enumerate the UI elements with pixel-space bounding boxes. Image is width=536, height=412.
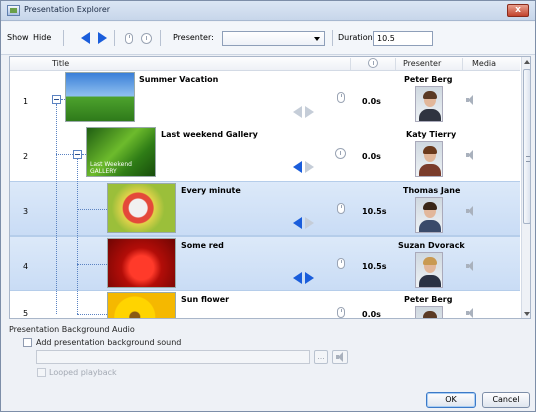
looped-playback-checkbox[interactable] [37,368,46,377]
table-row[interactable]: 2 Last Weekend GALLERY Last weekend Gall… [10,126,520,181]
chevron-down-icon [314,37,320,41]
close-button[interactable]: x [507,4,529,17]
header-presenter[interactable]: Presenter [403,59,441,68]
tree-line [77,159,78,314]
tree-line [82,154,86,155]
slide-title: Some red [181,241,224,250]
speaker-icon[interactable] [466,308,476,318]
next-arrow-icon[interactable] [98,32,107,44]
toolbar-separator [160,30,161,46]
row-number: 4 [23,262,29,271]
slide-duration: 10.5s [362,207,387,216]
presenter-photo [415,252,443,288]
slide-thumbnail[interactable] [65,72,135,122]
presenter-name: Peter Berg [404,75,453,84]
slide-list: Title Presenter Media 1 Summer Vacation … [9,56,531,319]
speaker-icon[interactable] [466,261,476,271]
header-title[interactable]: Title [52,59,69,68]
presenter-name: Peter Berg [404,295,453,304]
tree-line [77,314,107,315]
tree-line [77,209,107,210]
speaker-icon[interactable] [466,95,476,105]
presenter-photo [415,197,443,233]
app-icon [7,5,20,16]
header-duration-icon[interactable] [368,58,378,68]
slide-duration: 0.0s [362,310,381,319]
presenter-photo [415,306,443,318]
slide-title: Last weekend Gallery [161,130,258,139]
row-number: 2 [23,152,29,161]
add-background-sound-checkbox[interactable] [23,338,32,347]
slide-thumbnail[interactable] [107,238,176,288]
timer-icon[interactable] [335,148,346,159]
hide-button[interactable]: Hide [33,33,51,42]
slide-title: Every minute [181,186,241,195]
list-header: Title Presenter Media [10,57,520,71]
mouse-click-icon[interactable] [337,92,345,103]
tree-line [56,104,57,314]
toolbar-separator [332,30,333,46]
duration-label: Duration: [338,33,376,42]
scroll-thumb[interactable] [523,69,530,224]
toolbar-separator [114,30,115,46]
header-media[interactable]: Media [472,59,496,68]
tree-line [61,99,65,100]
slide-duration: 0.0s [362,152,381,161]
presenter-name: Thomas Jane [403,186,461,195]
previous-arrow-icon[interactable] [81,32,90,44]
mouse-click-icon[interactable] [337,203,345,214]
slide-nav-arrows-icon[interactable] [293,106,317,118]
speaker-icon [336,352,346,362]
show-button[interactable]: Show [7,33,29,42]
slide-nav-arrows-icon[interactable] [293,161,317,173]
thumbnail-caption: Last Weekend GALLERY [90,161,132,175]
slide-thumbnail[interactable] [107,183,176,233]
presentation-explorer-window: Presentation Explorer x Show Hide Presen… [0,0,536,412]
window-title: Presentation Explorer [24,5,111,14]
ok-button[interactable]: OK [426,392,476,408]
mouse-click-icon[interactable] [125,33,133,44]
slide-duration: 0.0s [362,97,381,106]
collapse-toggle-icon[interactable] [73,150,82,159]
slide-title: Summer Vacation [139,75,219,84]
browse-button[interactable]: ... [314,350,328,364]
toolbar: Show Hide Presenter: Duration: [1,22,535,55]
mouse-click-icon[interactable] [337,258,345,269]
row-number: 1 [23,97,29,106]
toolbar-separator [63,30,64,46]
slide-nav-arrows-icon[interactable] [293,217,317,229]
add-background-sound-label: Add presentation background sound [36,338,182,347]
scroll-up-icon[interactable] [524,60,530,64]
vertical-scrollbar[interactable] [521,57,530,318]
tree-line [56,154,73,155]
background-audio-section-title: Presentation Background Audio [9,325,135,334]
speaker-icon[interactable] [466,206,476,216]
speaker-icon[interactable] [466,150,476,160]
slide-thumbnail[interactable]: Last Weekend GALLERY [86,127,156,177]
duration-input[interactable] [373,31,433,46]
slide-title: Sun flower [181,295,230,304]
collapse-toggle-icon[interactable] [52,95,61,104]
table-row[interactable]: 1 Summer Vacation 0.0s Peter Berg [10,71,520,126]
row-number: 3 [23,207,29,216]
mouse-click-icon[interactable] [337,307,345,318]
title-bar: Presentation Explorer x [1,1,535,21]
presenter-name: Katy Tierry [406,130,457,139]
presenter-photo [415,86,443,122]
cancel-button[interactable]: Cancel [482,392,530,408]
slide-duration: 10.5s [362,262,387,271]
presenter-name: Suzan Dvorack [398,241,465,250]
looped-playback-label: Looped playback [49,368,117,377]
slide-nav-arrows-icon[interactable] [293,272,317,284]
presenter-dropdown[interactable] [222,31,325,46]
scroll-down-icon[interactable] [524,312,530,316]
row-number: 5 [23,309,29,318]
slide-thumbnail[interactable] [107,292,176,318]
presenter-label: Presenter: [173,33,214,42]
tree-line [77,264,107,265]
presenter-photo [415,141,443,177]
preview-sound-button[interactable] [332,350,348,364]
timer-icon[interactable] [141,33,152,44]
background-sound-path-input[interactable] [36,350,310,364]
